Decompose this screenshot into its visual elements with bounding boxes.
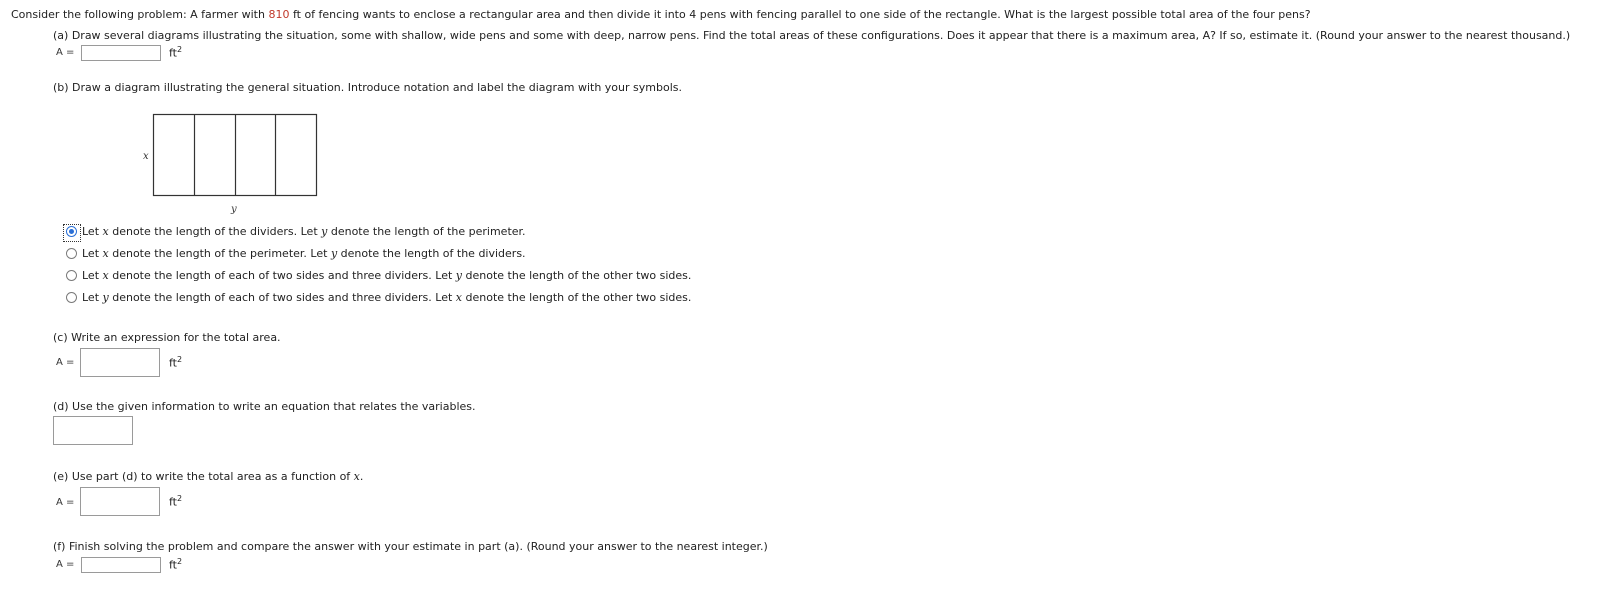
part-e-question: (e) Use part (d) to write the total area… (53, 470, 363, 483)
part-e-text-post: . (359, 470, 364, 483)
part-c-answer-input[interactable] (80, 348, 160, 377)
part-f-question: (f) Finish solving the problem and compa… (53, 540, 768, 553)
option-2-text-b: denote the length of the perimeter. Let (108, 247, 331, 260)
option-3-text-b: denote the length of each of two sides a… (108, 269, 456, 282)
option-3-radio[interactable] (66, 270, 77, 281)
part-e-answer-input[interactable] (80, 487, 160, 516)
part-e-text-pre: (e) Use part (d) to write the total area… (53, 470, 354, 483)
option-1-label[interactable]: Let x denote the length of the dividers.… (82, 225, 526, 238)
option-4-text-c: denote the length of the other two sides… (462, 291, 692, 304)
option-4-label[interactable]: Let y denote the length of each of two s… (82, 291, 691, 304)
part-e-unit-exponent: 2 (177, 494, 183, 503)
part-c-unit: ft2 (169, 355, 182, 370)
option-1-radio[interactable] (66, 226, 77, 237)
part-a-unit-exponent: 2 (177, 45, 183, 54)
part-e-unit: ft2 (169, 494, 182, 509)
option-4-text-a: Let (82, 291, 103, 304)
option-1-text-a: Let (82, 225, 103, 238)
part-c-unit-base: ft (169, 356, 177, 370)
part-b-question: (b) Draw a diagram illustrating the gene… (53, 81, 682, 94)
part-f-answer-input[interactable] (81, 557, 161, 573)
option-3-label[interactable]: Let x denote the length of each of two s… (82, 269, 691, 282)
part-e-label: A = (56, 497, 75, 508)
part-c-unit-exponent: 2 (177, 355, 183, 364)
part-f-label: A = (56, 559, 75, 570)
problem-intro-post: ft of fencing wants to enclose a rectang… (289, 8, 1311, 21)
diagram-x-label: x (143, 151, 149, 162)
part-f-unit: ft2 (169, 557, 182, 572)
part-a-answer-input[interactable] (81, 45, 161, 61)
option-1-text-b: denote the length of the dividers. Let (108, 225, 322, 238)
fence-length-value: 810 (268, 8, 290, 21)
option-3-text-a: Let (82, 269, 103, 282)
part-a-unit-base: ft (169, 46, 177, 60)
option-4-radio[interactable] (66, 292, 77, 303)
part-a-unit: ft2 (169, 45, 182, 60)
option-2-text-c: denote the length of the dividers. (337, 247, 526, 260)
part-c-question: (c) Write an expression for the total ar… (53, 331, 281, 344)
diagram-y-label: y (230, 204, 237, 215)
problem-intro-pre: Consider the following problem: A farmer… (11, 8, 269, 21)
option-2-text-a: Let (82, 247, 103, 260)
part-e-unit-base: ft (169, 495, 177, 509)
option-2-label[interactable]: Let x denote the length of the perimeter… (82, 247, 526, 260)
option-1-text-c: denote the length of the perimeter. (327, 225, 526, 238)
problem-statement: Consider the following problem: A farmer… (11, 8, 1311, 21)
option-3-text-c: denote the length of the other two sides… (462, 269, 692, 282)
part-f-unit-base: ft (169, 558, 177, 572)
part-a-question: (a) Draw several diagrams illustrating t… (53, 29, 1571, 42)
option-4-text-b: denote the length of each of two sides a… (108, 291, 456, 304)
part-f-unit-exponent: 2 (177, 557, 183, 566)
option-2-radio[interactable] (66, 248, 77, 259)
pens-diagram: x y (143, 113, 318, 215)
part-d-question: (d) Use the given information to write a… (53, 400, 476, 413)
part-d-answer-input[interactable] (53, 416, 133, 445)
part-c-label: A = (56, 357, 75, 368)
part-a-label: A = (56, 47, 75, 58)
